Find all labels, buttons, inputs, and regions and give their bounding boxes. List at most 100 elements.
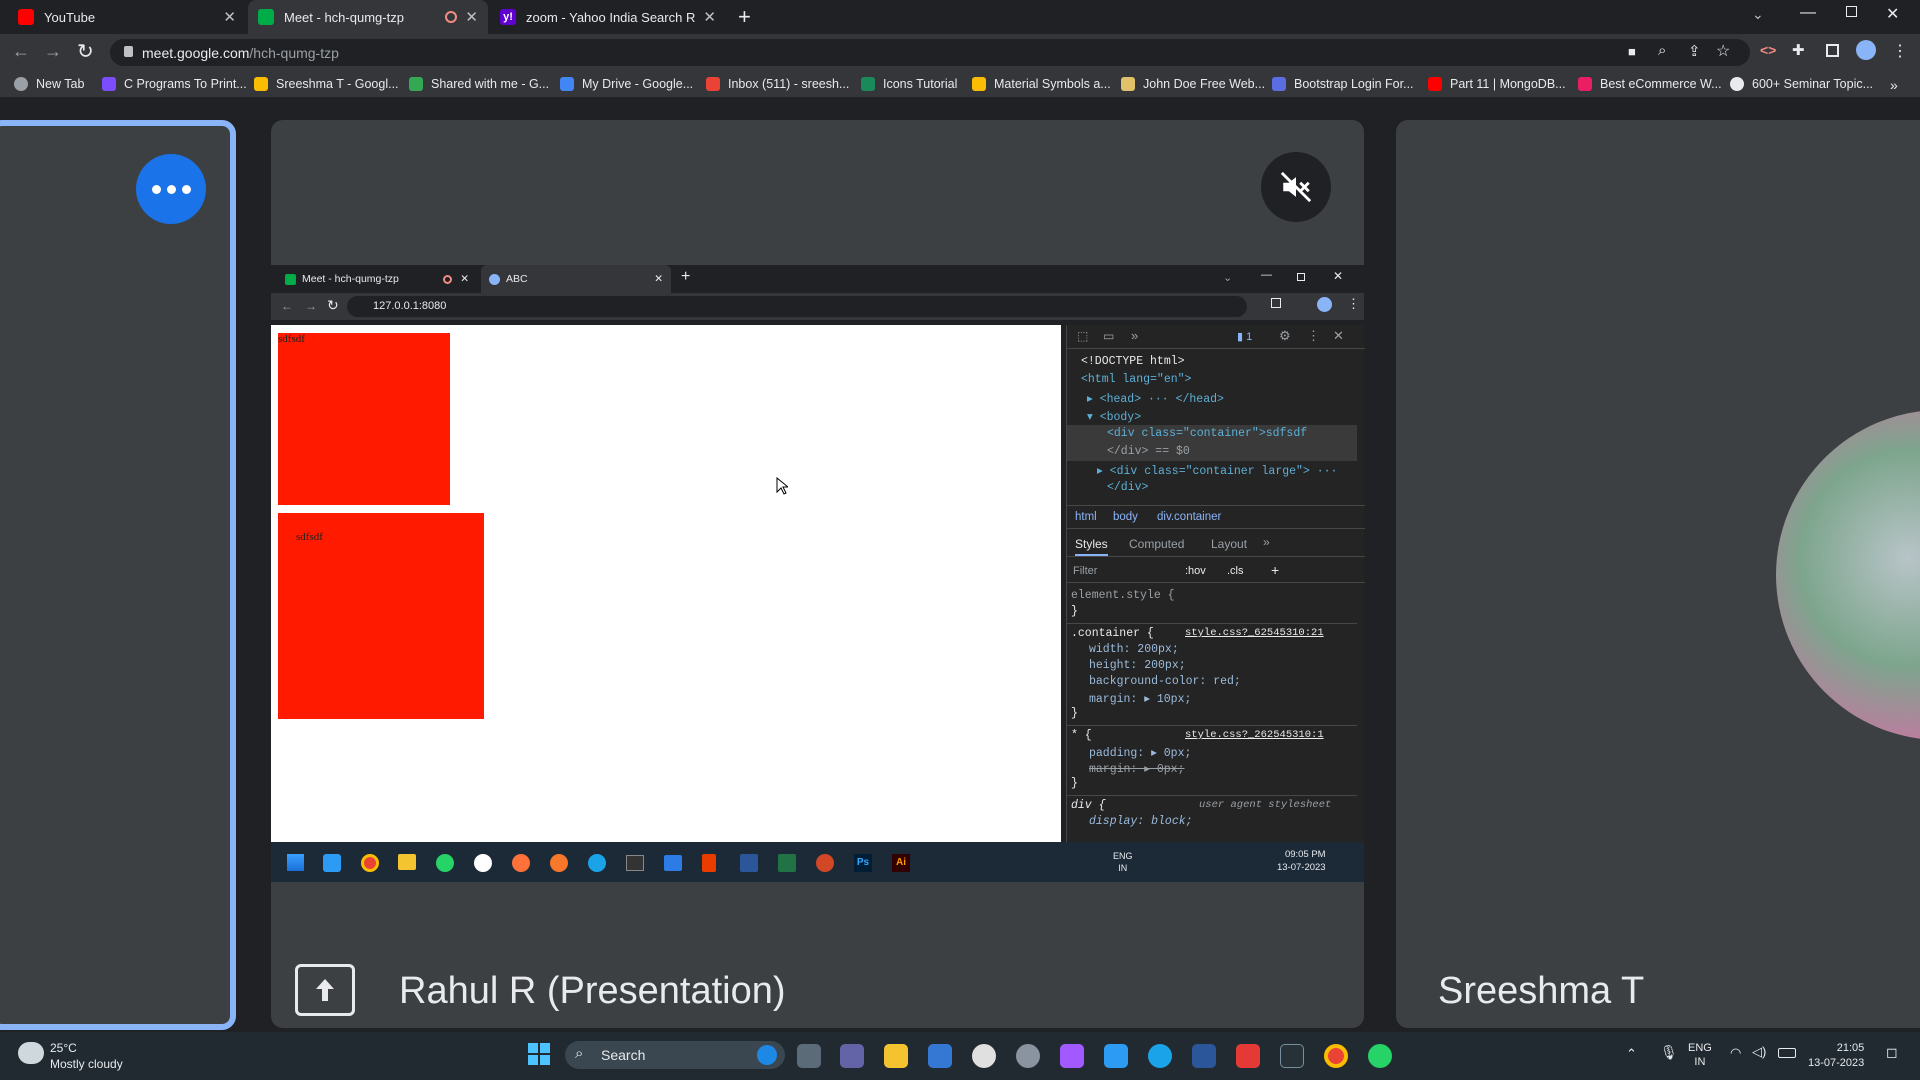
bookmark-item[interactable]: Part 11 | MongoDB...	[1428, 77, 1566, 91]
bookmark-item[interactable]: New Tab	[14, 77, 84, 91]
wifi-icon[interactable]: ◠	[1730, 1045, 1741, 1061]
app-icon[interactable]	[1016, 1044, 1040, 1068]
inner-address-bar[interactable]: 127.0.0.1:8080	[347, 296, 1247, 317]
close-devtools-icon[interactable]: ✕	[1333, 328, 1344, 344]
bookmark-item[interactable]: Shared with me - G...	[409, 77, 549, 91]
back-icon[interactable]: ←	[12, 41, 30, 62]
dom-node[interactable]: <html lang="en">	[1081, 373, 1191, 386]
zoom-icon[interactable]: ⌕	[1658, 42, 1666, 59]
file-explorer-icon[interactable]	[398, 854, 416, 870]
inner-clock[interactable]: 09:05 PM 13-07-2023	[1277, 848, 1326, 874]
hov-toggle[interactable]: :hov	[1185, 565, 1206, 577]
inner-lang[interactable]: ENG IN	[1113, 850, 1133, 874]
issues-badge[interactable]: ▮ 1	[1237, 330, 1252, 343]
close-window-button[interactable]: ✕	[1333, 269, 1343, 283]
forward-icon[interactable]: →	[305, 299, 317, 313]
side-panel-icon[interactable]	[1271, 298, 1281, 308]
dom-node[interactable]: ▾ <body>	[1087, 409, 1141, 424]
word-icon[interactable]	[1192, 1044, 1216, 1068]
devtools-menu-icon[interactable]: ⋮	[1307, 328, 1320, 344]
dom-node-selected-close[interactable]: </div> == $0	[1107, 445, 1190, 458]
postman-icon[interactable]	[550, 854, 568, 872]
camera-icon[interactable]: ■	[1628, 44, 1636, 59]
tab-computed[interactable]: Computed	[1129, 537, 1184, 551]
breadcrumb-item[interactable]: body	[1113, 511, 1138, 523]
style-line[interactable]: padding: ▸ 0px;	[1089, 745, 1191, 760]
word-icon[interactable]	[740, 854, 758, 872]
menu-icon[interactable]: ⋮	[1347, 296, 1360, 312]
inner-tab-meet[interactable]: Meet - hch-qumg-tzp ✕	[277, 265, 477, 293]
taskbar-search[interactable]: ⌕ Search	[565, 1041, 785, 1069]
style-line[interactable]: width: 200px;	[1089, 643, 1179, 656]
breadcrumb-item[interactable]: html	[1075, 511, 1097, 523]
terminal-icon[interactable]	[626, 855, 644, 871]
bookmark-item[interactable]: C Programs To Print...	[102, 77, 247, 91]
reload-icon[interactable]: ↻	[327, 297, 339, 314]
bookmark-item[interactable]: Material Symbols a...	[972, 77, 1111, 91]
container-large-box[interactable]: sdfsdf	[278, 513, 484, 719]
inspect-icon[interactable]: ⬚	[1077, 329, 1088, 343]
bookmark-item[interactable]: 600+ Seminar Topic...	[1730, 77, 1873, 91]
style-line[interactable]: height: 200px;	[1089, 659, 1186, 672]
dom-node-selected[interactable]: <div class="container">sdfsdf	[1107, 427, 1307, 440]
excel-icon[interactable]	[778, 854, 796, 872]
terminal-icon[interactable]	[1280, 1044, 1304, 1068]
bookmark-item[interactable]: Sreeshma T - Googl...	[254, 77, 399, 91]
app-icon[interactable]	[474, 854, 492, 872]
dom-node[interactable]: ▸ <head> ··· </head>	[1087, 391, 1224, 406]
tab-styles[interactable]: Styles	[1075, 537, 1108, 556]
bookmark-item[interactable]: Inbox (511) - sreesh...	[706, 77, 849, 91]
dom-node[interactable]: </div>	[1107, 481, 1148, 494]
new-tab-button[interactable]: +	[738, 4, 751, 30]
whatsapp-icon[interactable]	[1368, 1044, 1392, 1068]
style-line[interactable]: margin: ▸ 10px;	[1089, 691, 1191, 706]
powerpoint-icon[interactable]	[816, 854, 834, 872]
tab-search-icon[interactable]: ⌄	[1223, 271, 1232, 284]
bookmark-item[interactable]: My Drive - Google...	[560, 77, 693, 91]
cls-toggle[interactable]: .cls	[1227, 565, 1244, 577]
weather-widget[interactable]: 25°C Mostly cloudy	[50, 1040, 123, 1072]
windows-start-icon[interactable]	[528, 1043, 550, 1065]
close-window-button[interactable]: ✕	[1886, 4, 1899, 24]
bookmark-item[interactable]: Bootstrap Login For...	[1272, 77, 1414, 91]
figma-icon[interactable]	[1060, 1044, 1084, 1068]
share-icon[interactable]: ⇪	[1688, 42, 1701, 60]
tab-youtube[interactable]: YouTube ✕	[8, 0, 246, 34]
close-icon[interactable]: ✕	[703, 8, 716, 26]
edge-icon[interactable]	[1148, 1044, 1172, 1068]
folder-icon[interactable]	[664, 855, 682, 871]
bookmark-item[interactable]: John Doe Free Web...	[1121, 77, 1265, 91]
profile-avatar[interactable]	[1856, 40, 1876, 60]
profile-avatar[interactable]	[1317, 297, 1332, 312]
store-icon[interactable]	[928, 1044, 952, 1068]
back-icon[interactable]: ←	[281, 299, 293, 313]
style-line-overridden[interactable]: margin: ▸ 0px;	[1089, 761, 1185, 776]
devtools-ext-icon[interactable]: <>	[1760, 42, 1776, 58]
style-source-link[interactable]: style.css?_262545310:1	[1185, 729, 1324, 741]
vscode-icon[interactable]	[1104, 1044, 1128, 1068]
battery-icon[interactable]	[1778, 1048, 1796, 1058]
close-icon[interactable]: ✕	[223, 8, 236, 26]
illustrator-icon[interactable]: Ai	[892, 854, 910, 872]
breadcrumb-item[interactable]: div.container	[1157, 511, 1221, 523]
close-icon[interactable]: ✕	[654, 273, 663, 285]
bookmark-item[interactable]: Icons Tutorial	[861, 77, 957, 91]
file-explorer-icon[interactable]	[884, 1044, 908, 1068]
address-bar[interactable]: meet.google.com/hch-qumg-tzp ■ ⌕ ⇪ ☆	[110, 39, 1750, 66]
tab-meet[interactable]: Meet - hch-qumg-tzp ✕	[248, 0, 488, 34]
edge-icon[interactable]	[588, 854, 606, 872]
notification-icon[interactable]: ◻	[1886, 1044, 1898, 1061]
photoshop-icon[interactable]: Ps	[854, 854, 872, 872]
reload-icon[interactable]: ↻	[77, 39, 94, 64]
extensions-icon[interactable]: ✚	[1792, 41, 1805, 59]
device-toggle-icon[interactable]: ▭	[1103, 329, 1114, 343]
more-tabs-icon[interactable]: »	[1131, 328, 1138, 343]
style-source-link[interactable]: style.css?_62545310:21	[1185, 627, 1324, 639]
minimize-button[interactable]: —	[1800, 4, 1816, 22]
chrome-icon[interactable]	[1324, 1044, 1348, 1068]
bookmark-star-icon[interactable]: ☆	[1716, 41, 1730, 61]
more-options-button[interactable]	[136, 154, 206, 224]
inner-tab-abc[interactable]: ABC ✕	[481, 265, 671, 293]
tray-overflow-icon[interactable]: ⌃	[1626, 1046, 1637, 1062]
clock[interactable]: 21:05 13-07-2023	[1808, 1041, 1864, 1071]
